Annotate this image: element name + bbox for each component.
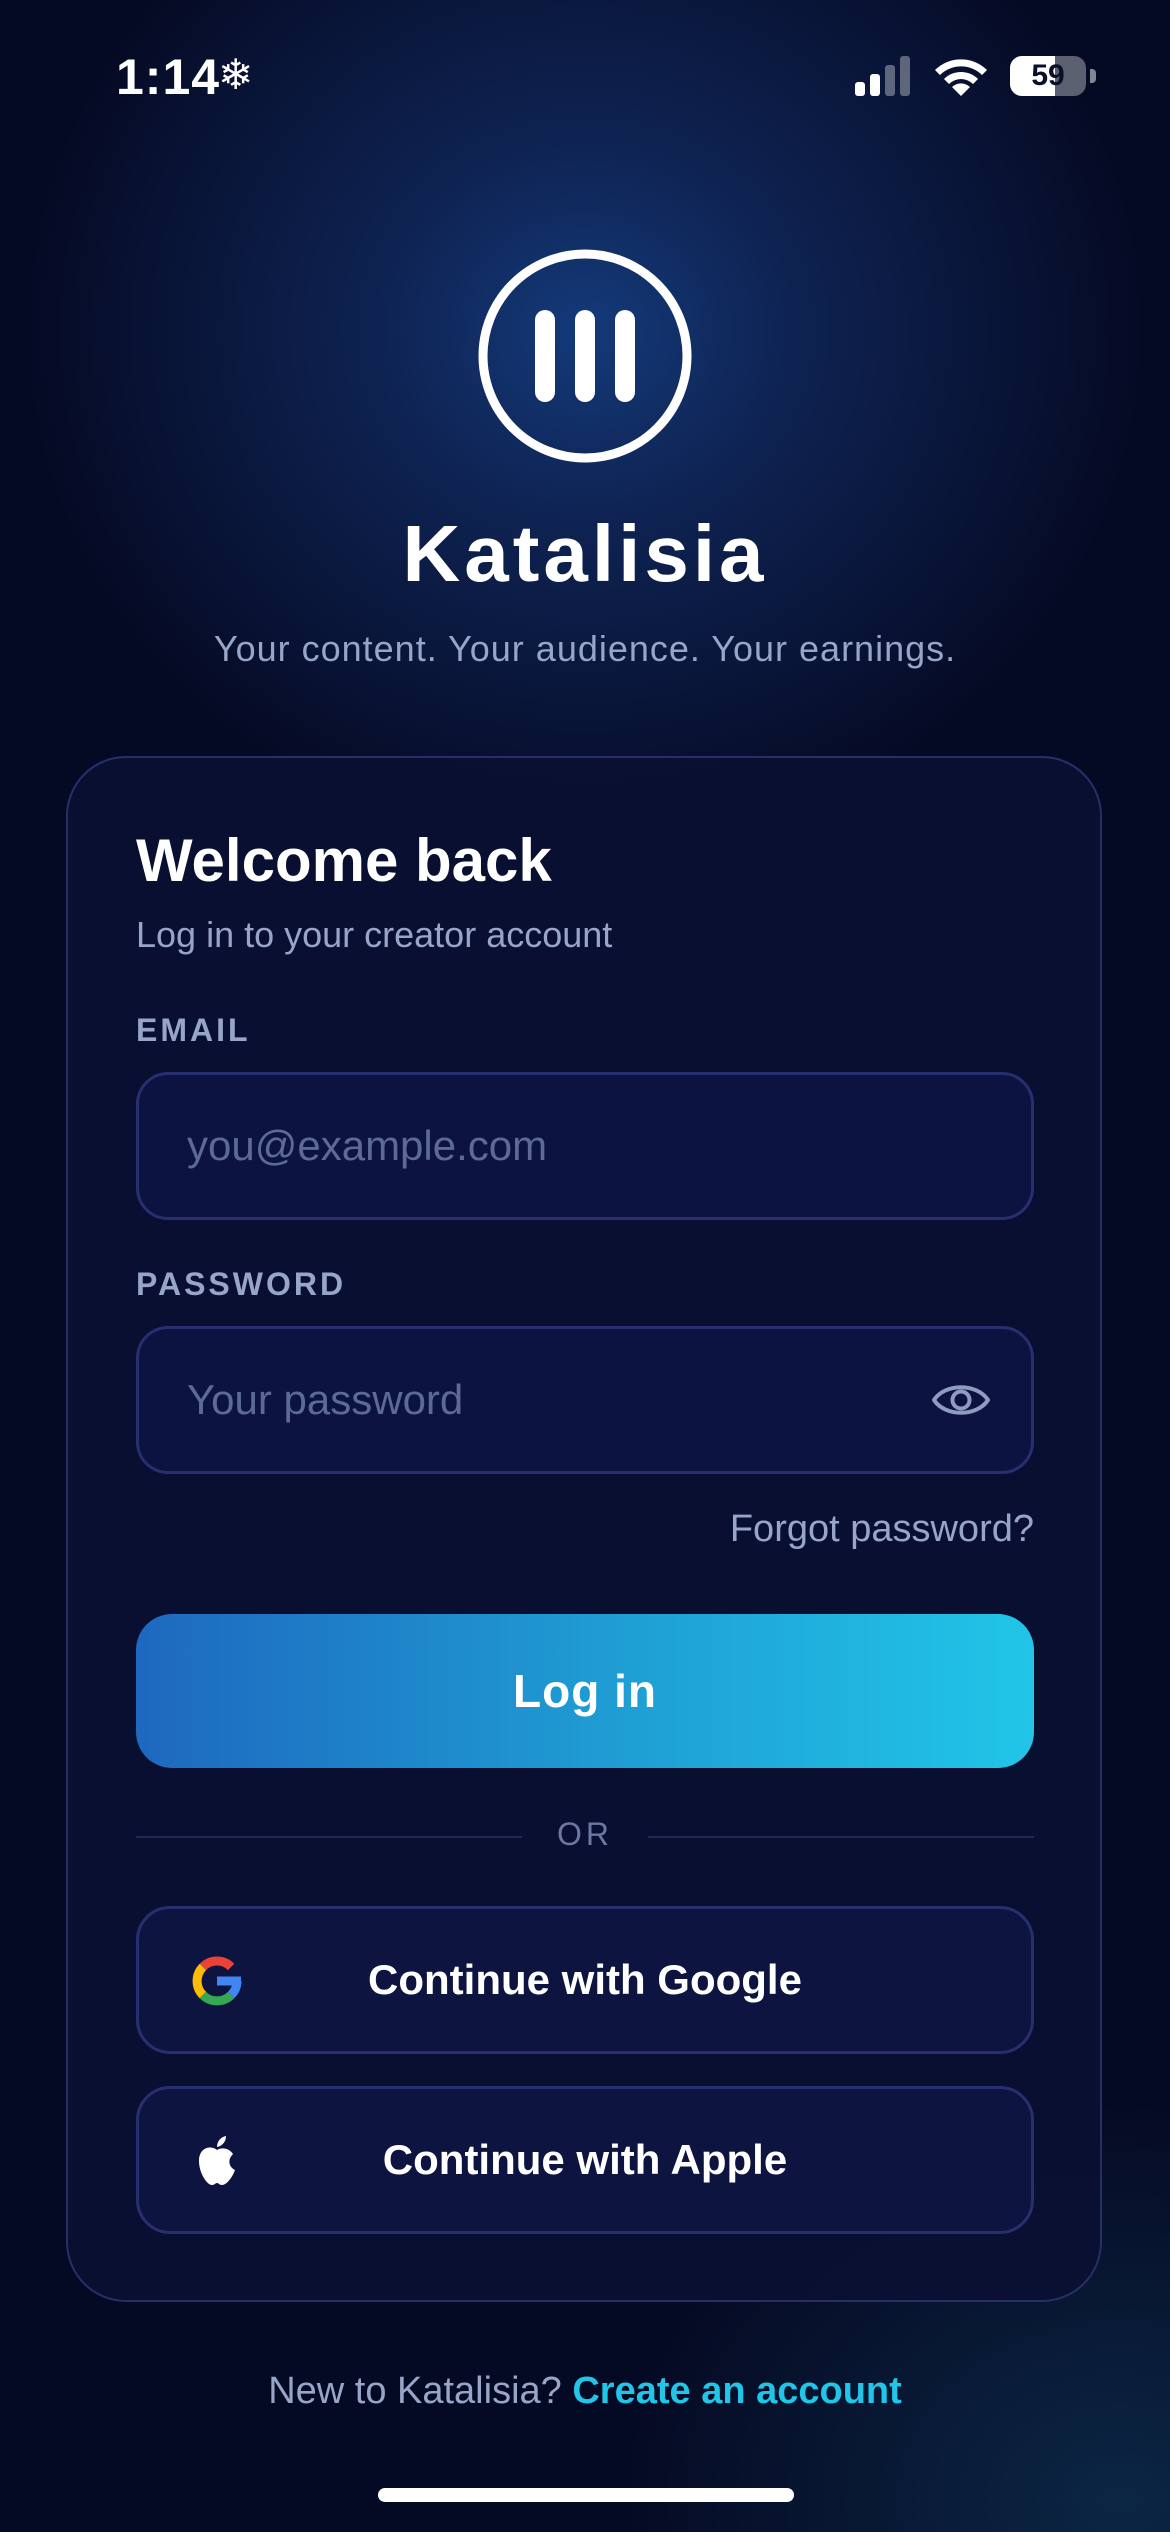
home-indicator[interactable] — [378, 2488, 794, 2502]
battery-body: 59 — [1010, 56, 1086, 96]
password-field-container — [136, 1326, 1034, 1474]
apple-button-label: Continue with Apple — [382, 2136, 788, 2183]
divider-right — [648, 1836, 1034, 1838]
status-bar: 1:14 ❄ 59 — [0, 0, 1170, 150]
forgot-password-link[interactable]: Forgot password? — [730, 1508, 1034, 1551]
wifi-icon — [935, 59, 987, 96]
katalisia-logo-icon — [478, 249, 692, 463]
app-name: Katalisia — [402, 509, 768, 598]
battery-indicator: 59 — [1010, 56, 1096, 96]
snowflake-icon: ❄ — [218, 50, 254, 99]
battery-tip — [1090, 69, 1096, 83]
password-label: PASSWORD — [136, 1266, 347, 1302]
app-tagline: Your content. Your audience. Your earnin… — [213, 628, 957, 669]
status-time: 1:14 — [116, 49, 221, 105]
email-field-container — [136, 1072, 1034, 1220]
login-button[interactable]: Log in — [136, 1614, 1034, 1768]
signup-prompt: New to Katalisia? Create an account — [0, 2370, 1170, 2413]
email-label: EMAIL — [136, 1012, 251, 1048]
continue-with-google-button[interactable]: Continue with Google — [136, 1906, 1034, 2054]
eye-icon[interactable] — [931, 1375, 991, 1425]
continue-with-apple-button[interactable]: Continue with Apple — [136, 2086, 1034, 2234]
password-field[interactable] — [187, 1329, 947, 1471]
divider-or-text: OR — [557, 1816, 613, 1852]
signup-prompt-text: New to Katalisia? — [268, 2370, 562, 2412]
card-subtitle: Log in to your creator account — [136, 914, 613, 955]
google-button-label: Continue with Google — [368, 1956, 802, 2003]
email-field[interactable] — [187, 1075, 947, 1217]
battery-level: 59 — [1031, 59, 1065, 92]
cellular-signal-icon — [855, 56, 910, 96]
card-title: Welcome back — [136, 827, 552, 894]
create-account-link[interactable]: Create an account — [572, 2370, 901, 2412]
